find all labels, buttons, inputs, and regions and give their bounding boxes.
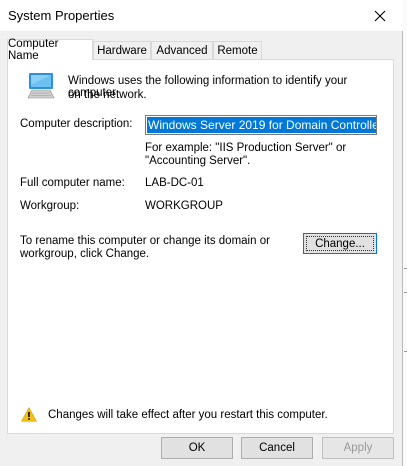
window-title: System Properties <box>8 8 115 23</box>
ok-button-label: OK <box>188 442 206 454</box>
warning-text: Changes will take effect after you resta… <box>48 409 328 421</box>
ok-button[interactable]: OK <box>161 437 233 459</box>
apply-button[interactable]: Apply <box>322 437 394 459</box>
workgroup-value: WORKGROUP <box>145 200 223 212</box>
rename-text-line2: workgroup, click Change. <box>20 248 150 260</box>
workgroup-label: Workgroup: <box>20 200 80 212</box>
example-text-line2: "Accounting Server". <box>145 155 251 167</box>
tab-remote[interactable]: Remote <box>213 41 262 59</box>
rename-text-line1: To rename this computer or change its do… <box>20 235 270 247</box>
computer-description-input[interactable]: Windows Server 2019 for Domain Controlle… <box>145 115 377 135</box>
full-computer-name-value: LAB-DC-01 <box>145 177 204 189</box>
tab-hardware[interactable]: Hardware <box>93 41 151 59</box>
computer-description-label: Computer description: <box>20 118 133 130</box>
apply-button-label: Apply <box>343 442 373 454</box>
close-icon <box>374 10 386 21</box>
change-button[interactable]: Change... <box>303 233 377 254</box>
cancel-button[interactable]: Cancel <box>241 437 313 459</box>
close-button[interactable] <box>357 0 403 31</box>
intro-text-line2: on the network. <box>68 89 147 101</box>
full-computer-name-label: Full computer name: <box>20 177 125 189</box>
title-bar: System Properties <box>0 0 403 31</box>
computer-monitor-icon <box>27 73 55 99</box>
change-button-label: Change... <box>315 237 365 250</box>
cancel-button-label: Cancel <box>259 442 295 454</box>
tab-advanced[interactable]: Advanced <box>151 41 213 59</box>
computer-description-value: Windows Server 2019 for Domain Controlle… <box>147 117 376 133</box>
background-edge <box>403 0 407 466</box>
tab-computer-name[interactable]: Computer Name <box>7 38 93 62</box>
computer-name-panel: Windows uses the following information t… <box>7 59 394 434</box>
example-text-line1: For example: "IIS Production Server" or <box>145 142 347 154</box>
warning-icon <box>21 407 37 422</box>
system-properties-dialog: System Properties Computer Name Hardware… <box>0 0 403 466</box>
